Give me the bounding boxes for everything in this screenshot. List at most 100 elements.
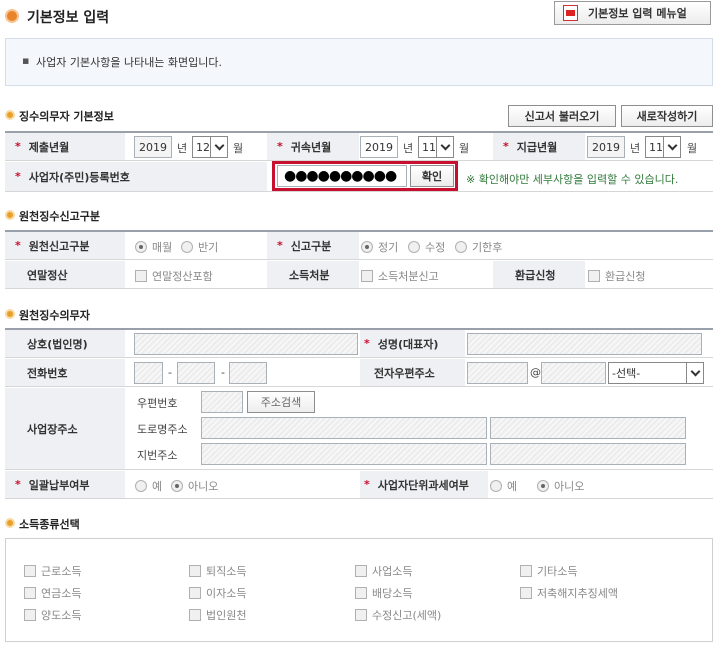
filing-regular-radio[interactable]: 정기: [361, 239, 398, 255]
report-type-row: * 원천신고구분 매월 반기 * 신고구분 정기 수정 기한후: [5, 232, 713, 260]
address-label: 사업장주소: [5, 388, 125, 469]
report-monthly-radio[interactable]: 매월: [135, 239, 172, 255]
year-unit: 년: [630, 142, 641, 155]
unit-no-radio[interactable]: 아니오: [537, 478, 584, 494]
company-label: 상호(법인명): [5, 330, 125, 357]
yearend-checkbox[interactable]: 연말정산포함: [135, 268, 213, 284]
report-half-radio[interactable]: 반기: [181, 239, 218, 255]
phone-separator: -: [168, 366, 172, 379]
lump-payment-label: * 일괄납부여부: [5, 471, 125, 498]
refund-checkbox[interactable]: 환급신청: [588, 268, 645, 284]
month-unit: 월: [233, 142, 244, 155]
income-checkbox-other[interactable]: 기타소득: [520, 563, 577, 579]
company-input[interactable]: [134, 333, 358, 355]
submit-year-input[interactable]: 2019: [134, 136, 172, 158]
year-unit: 년: [177, 142, 188, 155]
phone-input-3[interactable]: [229, 362, 267, 384]
income-checkbox-retirement[interactable]: 퇴직소득: [189, 563, 246, 579]
section-bullet-icon: [5, 518, 15, 528]
section-title-report-type: 원천징수신고구분: [19, 210, 100, 223]
page-title: 기본정보 입력: [27, 10, 110, 26]
income-checkbox-business[interactable]: 사업소득: [355, 563, 412, 579]
income-checkbox-pension[interactable]: 연금소득: [24, 585, 81, 601]
lump-no-radio[interactable]: 아니오: [171, 478, 218, 494]
new-report-button[interactable]: 새로작성하기: [621, 105, 713, 127]
rrn-label: * 사업자(주민)등록번호: [5, 162, 267, 191]
lump-yes-radio[interactable]: 예: [135, 478, 162, 494]
phone-row: 전화번호 - - 전자우편주소 @ -선택-: [5, 359, 713, 387]
section-title-withholder-basic: 징수의무자 기본정보: [19, 110, 114, 123]
section-bullet-icon: [5, 110, 15, 120]
phone-separator: -: [221, 366, 225, 379]
attrib-month-select[interactable]: 11: [418, 136, 454, 158]
income-checkbox-dividend[interactable]: 배당소득: [355, 585, 412, 601]
road-address-detail-input[interactable]: [490, 417, 686, 439]
submit-month-select[interactable]: 12: [192, 136, 228, 158]
email-id-input[interactable]: [467, 362, 528, 384]
filing-amend-radio[interactable]: 수정: [408, 239, 445, 255]
income-disposal-label: 소득처분: [267, 261, 359, 288]
section-bullet-icon: [5, 210, 15, 220]
company-row: 상호(법인명) * 성명(대표자): [5, 330, 713, 358]
attrib-ym-label: * 귀속년월: [267, 133, 359, 160]
address-row: 사업장주소 우편번호 주소검색 도로명주소 지번주소: [5, 388, 713, 470]
lot-address-label: 지번주소: [137, 449, 178, 462]
email-domain-input[interactable]: [541, 362, 606, 384]
title-bullet-icon: [5, 9, 19, 23]
chevron-down-icon: [690, 366, 700, 376]
filing-type-label: * 신고구분: [267, 232, 359, 259]
lot-address-detail-input[interactable]: [490, 443, 686, 465]
unit-tax-label: * 사업자단위과세여부: [360, 471, 488, 498]
zip-label: 우편번호: [137, 397, 178, 410]
email-at: @: [530, 366, 541, 379]
address-search-button[interactable]: 주소검색: [247, 391, 315, 413]
income-checkbox-labor[interactable]: 근로소득: [24, 563, 81, 579]
lot-address-input[interactable]: [201, 443, 487, 465]
filing-late-radio[interactable]: 기한후: [455, 239, 502, 255]
month-unit: 월: [459, 142, 470, 155]
chevron-down-icon: [214, 140, 224, 150]
pay-month-select[interactable]: 11: [645, 136, 681, 158]
name-input[interactable]: [467, 333, 702, 355]
pay-ym-label: * 지급년월: [493, 133, 585, 160]
section-title-withholder: 원천징수의무자: [19, 309, 90, 322]
rrn-input[interactable]: ●●●●●●●●●●: [277, 165, 407, 187]
phone-input-1[interactable]: [134, 362, 163, 384]
chevron-down-icon: [667, 140, 677, 150]
name-label: * 성명(대표자): [360, 330, 465, 357]
report-type-label: * 원천신고구분: [5, 232, 125, 259]
refund-label: 환급신청: [493, 261, 585, 288]
pay-year-input[interactable]: 2019: [587, 136, 625, 158]
yearend-row: 연말정산 연말정산포함 소득처분 소득처분신고 환급신청 환급신청: [5, 261, 713, 289]
year-unit: 년: [403, 142, 414, 155]
submit-ym-label: * 제출년월: [5, 133, 125, 160]
income-disposal-checkbox[interactable]: 소득처분신고: [361, 268, 439, 284]
income-checkbox-interest[interactable]: 이자소득: [189, 585, 246, 601]
lump-row: * 일괄납부여부 예 아니오 * 사업자단위과세여부 예 아니오: [5, 471, 713, 499]
income-checkbox-corporate[interactable]: 법인원천: [189, 607, 246, 623]
road-address-input[interactable]: [201, 417, 487, 439]
load-report-button[interactable]: 신고서 불러오기: [508, 105, 616, 127]
month-unit: 월: [687, 142, 698, 155]
manual-button[interactable]: 기본정보 입력 메뉴얼: [554, 1, 711, 25]
email-label: 전자우편주소: [360, 359, 465, 386]
income-checkbox-amended[interactable]: 수정신고(세액): [355, 607, 441, 623]
phone-label: 전화번호: [5, 359, 125, 386]
chevron-down-icon: [440, 140, 450, 150]
road-address-label: 도로명주소: [137, 423, 188, 436]
unit-yes-radio[interactable]: 예: [490, 478, 517, 494]
attrib-year-input[interactable]: 2019: [360, 136, 398, 158]
info-bullet: ▪: [22, 54, 30, 67]
info-box: ▪ 사업자 기본사항을 나타내는 화면입니다.: [5, 38, 713, 86]
income-checkbox-savings-penalty[interactable]: 저축해지추징세액: [520, 585, 618, 601]
email-domain-select[interactable]: -선택-: [608, 362, 704, 384]
income-types-box: 근로소득 퇴직소득 사업소득 기타소득 연금소득 이자소득 배당소득 저축해지추…: [5, 538, 713, 642]
rrn-note: ※ 확인해야만 세부사항을 입력할 수 있습니다.: [466, 173, 679, 186]
rrn-confirm-button[interactable]: 확인: [410, 165, 454, 187]
yearend-label: 연말정산: [5, 261, 125, 288]
income-checkbox-transfer[interactable]: 양도소득: [24, 607, 81, 623]
zip-input[interactable]: [201, 391, 243, 413]
phone-input-2[interactable]: [177, 362, 215, 384]
section-title-income-types: 소득종류선택: [19, 518, 80, 531]
dates-row: * 제출년월 2019 년 12 월 * 귀속년월 2019 년 11 월 * 지급년…: [5, 133, 713, 161]
